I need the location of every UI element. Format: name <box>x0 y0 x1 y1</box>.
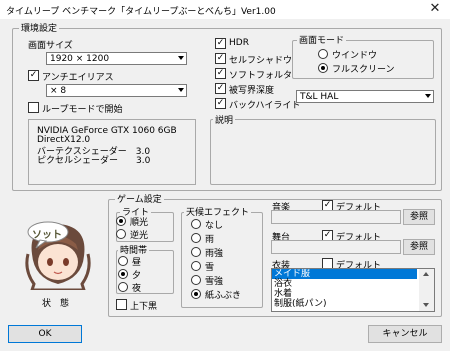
chevron-up-icon[interactable] <box>423 272 429 276</box>
window-title: タイムリープ ベンチマーク「タイムリープぶーとべんち」Ver1.00 <box>6 7 276 17</box>
weather-heavy-rain-radio[interactable] <box>191 247 201 257</box>
screen-size-label: 画面サイズ <box>28 41 73 51</box>
soft-filter-label: ソフトフォルタ <box>229 71 293 81</box>
screen-size-select[interactable]: 1920 × 1200 <box>46 52 187 65</box>
weather-rain-radio[interactable] <box>191 233 201 243</box>
letterbox-label: 上下黒 <box>130 302 158 312</box>
weather-snow-radio[interactable] <box>191 261 201 271</box>
chevron-down-icon <box>178 88 184 92</box>
avatar: ソット <box>20 214 96 292</box>
title-bar: タイムリープ ベンチマーク「タイムリープぶーとべんち」Ver1.00 ✕ <box>0 0 450 19</box>
env-settings-label: 環境設定 <box>19 21 60 34</box>
list-item[interactable]: 浴衣 <box>274 279 292 289</box>
music-browse-button[interactable]: 参照 <box>403 209 435 225</box>
antialias-select[interactable]: × 8 <box>46 84 187 97</box>
time-night-label: 夜 <box>132 284 142 294</box>
weather-heavy-rain-label: 雨強 <box>205 249 224 259</box>
light-front-radio[interactable] <box>116 216 126 226</box>
description-group <box>210 119 436 185</box>
list-item[interactable]: 制服(紙パン) <box>274 299 326 309</box>
weather-heavy-snow-radio[interactable] <box>191 275 201 285</box>
avatar-bubble-text: ソット <box>32 230 62 241</box>
sysinfo-pixel-shader: ピクセルシェーダー 3.0 <box>37 156 151 166</box>
fullscreen-mode-label: フルスクリーン <box>332 65 395 75</box>
self-shadow-label: セルフシャドウ <box>229 56 293 66</box>
weather-rain-label: 雨 <box>205 235 215 245</box>
screen-mode-label: 画面モード <box>297 33 347 46</box>
list-item[interactable]: 水着 <box>274 289 292 299</box>
stage-browse-button[interactable]: 参照 <box>403 239 435 255</box>
back-highlight-checkbox[interactable]: ✓ <box>215 98 226 109</box>
chevron-down-icon[interactable] <box>423 303 429 307</box>
antialias-label: アンチエイリアス <box>42 73 114 83</box>
costume-list[interactable]: メイド服 浴衣 水着 制服(紙パン) <box>271 268 435 312</box>
chevron-down-icon <box>178 56 184 60</box>
weather-confetti-label: 紙ふぶき <box>205 291 242 301</box>
window-mode-label: ウインドウ <box>332 51 378 61</box>
weather-snow-label: 雪 <box>205 263 215 273</box>
window-mode-radio[interactable] <box>318 49 328 59</box>
fullscreen-mode-radio[interactable] <box>318 63 328 73</box>
list-item[interactable]: メイド服 <box>272 269 417 279</box>
hdr-checkbox[interactable]: ✓ <box>215 38 226 49</box>
self-shadow-checkbox[interactable]: ✓ <box>215 53 226 64</box>
hdr-label: HDR <box>229 38 249 48</box>
cancel-button[interactable]: キャンセル <box>368 325 442 343</box>
loop-mode-label: ループモードで開始 <box>42 105 123 115</box>
weather-none-label: なし <box>205 221 224 231</box>
time-evening-radio[interactable] <box>118 269 128 279</box>
weather-none-radio[interactable] <box>191 219 201 229</box>
time-day-radio[interactable] <box>118 256 128 266</box>
costume-list-scrollbar[interactable] <box>419 269 434 311</box>
stage-path-field[interactable] <box>271 240 401 254</box>
soft-filter-checkbox[interactable]: ✓ <box>215 68 226 79</box>
chevron-down-icon <box>425 94 431 98</box>
close-icon[interactable]: ✕ <box>420 0 450 19</box>
back-highlight-label: バックハイライト <box>229 101 301 111</box>
depth-of-field-checkbox[interactable]: ✓ <box>215 83 226 94</box>
status-label: 状 態 <box>42 299 70 309</box>
time-day-label: 昼 <box>132 258 142 268</box>
system-info-panel: NVIDIA GeForce GTX 1060 6GB DirectX12.0 … <box>28 119 196 185</box>
loop-mode-checkbox[interactable] <box>28 102 39 113</box>
weather-confetti-radio[interactable] <box>191 289 201 299</box>
time-evening-label: 夕 <box>132 271 142 281</box>
letterbox-checkbox[interactable] <box>116 299 127 310</box>
light-front-label: 順光 <box>130 218 149 228</box>
description-label: 説明 <box>213 113 236 126</box>
shader-mode-select[interactable]: T&L HAL <box>296 90 434 103</box>
music-path-field[interactable] <box>271 210 401 224</box>
ok-button[interactable]: OK <box>8 325 82 343</box>
antialias-checkbox[interactable]: ✓ <box>28 70 39 81</box>
weather-heavy-snow-label: 雪強 <box>205 277 224 287</box>
light-back-label: 逆光 <box>130 231 149 241</box>
game-settings-label: ゲーム設定 <box>115 192 164 205</box>
weather-label: 天候エフェクト <box>184 205 252 218</box>
time-night-radio[interactable] <box>118 282 128 292</box>
depth-of-field-label: 被写界深度 <box>229 86 275 96</box>
light-back-radio[interactable] <box>116 229 126 239</box>
